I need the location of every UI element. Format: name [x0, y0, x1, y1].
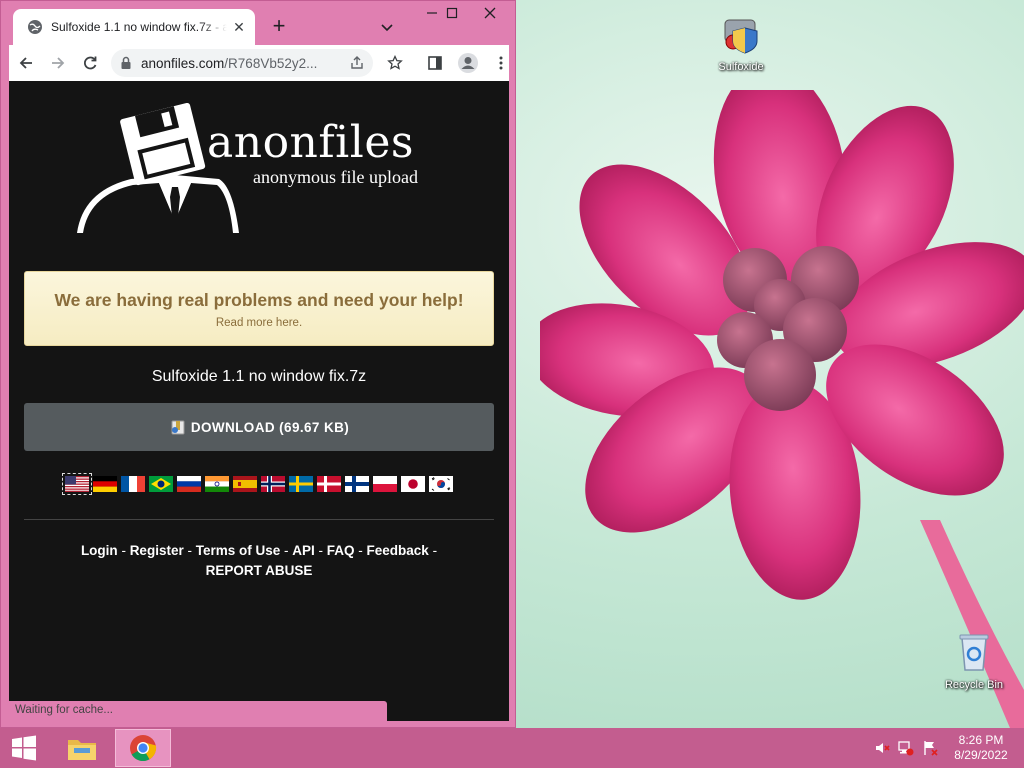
taskbar-file-explorer[interactable]	[54, 729, 110, 767]
taskbar: 8:26 PM 8/29/2022	[0, 728, 1024, 768]
flag-pl-icon[interactable]	[373, 476, 397, 492]
start-button[interactable]	[0, 728, 48, 768]
footer-divider	[24, 519, 494, 520]
flag-dk-icon[interactable]	[317, 476, 341, 492]
close-window-button[interactable]	[469, 1, 511, 25]
terms-link[interactable]: Terms of Use	[196, 543, 281, 558]
download-button[interactable]: DOWNLOAD (69.67 KB)	[24, 403, 494, 451]
language-flags	[62, 473, 457, 495]
folder-icon	[68, 740, 96, 760]
desktop-icon-recycle-bin[interactable]: Recycle Bin	[938, 630, 1010, 691]
faq-link[interactable]: FAQ	[327, 543, 355, 558]
tab-search-chevron-icon[interactable]	[375, 15, 399, 39]
status-bar: Waiting for cache...	[9, 701, 387, 721]
archive-file-icon	[171, 420, 185, 435]
volume-muted-icon[interactable]	[874, 740, 890, 756]
lock-icon	[121, 56, 131, 69]
new-tab-button[interactable]: +	[265, 13, 293, 41]
footer-links: Login - Register - Terms of Use - API - …	[9, 541, 509, 581]
recycle-bin-icon	[959, 634, 989, 671]
flag-jp-icon[interactable]	[401, 476, 425, 492]
report-abuse-link[interactable]: REPORT ABUSE	[206, 563, 313, 578]
clock-time: 8:26 PM	[958, 733, 1004, 747]
windows-logo-icon	[12, 735, 36, 761]
desktop-icon-label: Recycle Bin	[944, 679, 1004, 691]
donation-notice[interactable]: We are having real problems and need you…	[24, 271, 494, 346]
close-icon	[484, 7, 496, 19]
flag-de-icon[interactable]	[93, 476, 117, 492]
separator: -	[314, 543, 327, 558]
taskbar-chrome[interactable]	[115, 729, 171, 767]
share-icon[interactable]	[349, 55, 365, 71]
back-arrow-icon	[19, 57, 32, 69]
side-panel-icon[interactable]	[427, 55, 443, 71]
back-button[interactable]	[11, 48, 41, 78]
flag-br-icon[interactable]	[149, 476, 173, 492]
separator: -	[183, 543, 196, 558]
profile-avatar-icon[interactable]	[457, 52, 479, 74]
tab-close-icon[interactable]: ✕	[231, 19, 247, 35]
flag-es-icon[interactable]	[233, 476, 257, 492]
clock-date: 8/29/2022	[954, 748, 1008, 762]
browser-window: Sulfoxide 1.1 no window fix.7z - anonfil…	[0, 0, 516, 728]
flag-no-icon[interactable]	[261, 476, 285, 492]
logo-title: anonfiles	[207, 117, 414, 168]
tab-title: Sulfoxide 1.1 no window fix.7z - anonfil…	[51, 20, 227, 34]
maximize-button[interactable]	[435, 1, 469, 25]
browser-tab[interactable]: Sulfoxide 1.1 no window fix.7z - anonfil…	[13, 9, 255, 45]
reload-icon	[84, 56, 97, 70]
address-bar[interactable]: anonfiles.com/R768Vb52y2...	[111, 49, 373, 77]
notice-heading: We are having real problems and need you…	[54, 290, 464, 310]
system-clock[interactable]: 8:26 PM 8/29/2022	[948, 733, 1014, 763]
forward-arrow-icon	[52, 57, 65, 69]
tab-strip: Sulfoxide 1.1 no window fix.7z - anonfil…	[1, 1, 517, 45]
flag-fi-icon[interactable]	[345, 476, 369, 492]
flag-ru-icon[interactable]	[177, 476, 201, 492]
url-text: anonfiles.com/R768Vb52y2...	[141, 56, 345, 71]
login-link[interactable]: Login	[81, 543, 118, 558]
file-name: Sulfoxide 1.1 no window fix.7z	[151, 368, 367, 385]
web-page: anonfiles anonymous file upload We are h…	[9, 81, 509, 721]
chrome-icon	[130, 735, 157, 762]
flag-kr-icon[interactable]	[429, 476, 453, 492]
globe-favicon-icon	[28, 20, 42, 34]
notice-read-more-link[interactable]: Read more here.	[25, 317, 493, 329]
flag-fr-icon[interactable]	[121, 476, 145, 492]
maximize-icon	[446, 7, 458, 19]
menu-kebab-icon[interactable]	[493, 55, 509, 71]
url-domain: anonfiles.com	[141, 55, 225, 71]
flag-us-icon[interactable]	[62, 473, 92, 495]
flag-in-icon[interactable]	[205, 476, 229, 492]
separator: -	[117, 543, 130, 558]
network-icon[interactable]	[898, 740, 914, 756]
sulfoxide-app-icon	[724, 19, 758, 54]
register-link[interactable]: Register	[130, 543, 184, 558]
reload-button[interactable]	[75, 48, 105, 78]
logo-subtitle: anonymous file upload	[253, 167, 418, 187]
separator: -	[428, 543, 438, 558]
desktop-icon-sulfoxide[interactable]: Sulfoxide	[705, 12, 777, 73]
browser-toolbar: anonfiles.com/R768Vb52y2...	[9, 45, 509, 81]
bookmark-star-icon[interactable]	[387, 55, 403, 71]
separator: -	[280, 543, 293, 558]
url-path: /R768Vb52y2...	[224, 55, 318, 71]
download-label: DOWNLOAD (69.67 KB)	[190, 419, 350, 435]
forward-button[interactable]	[43, 48, 73, 78]
feedback-link[interactable]: Feedback	[367, 543, 429, 558]
flag-se-icon[interactable]	[289, 476, 313, 492]
desktop-icon-label: Sulfoxide	[718, 61, 764, 73]
separator: -	[354, 543, 367, 558]
api-link[interactable]: API	[292, 543, 315, 558]
action-center-flag-icon[interactable]	[922, 740, 938, 756]
